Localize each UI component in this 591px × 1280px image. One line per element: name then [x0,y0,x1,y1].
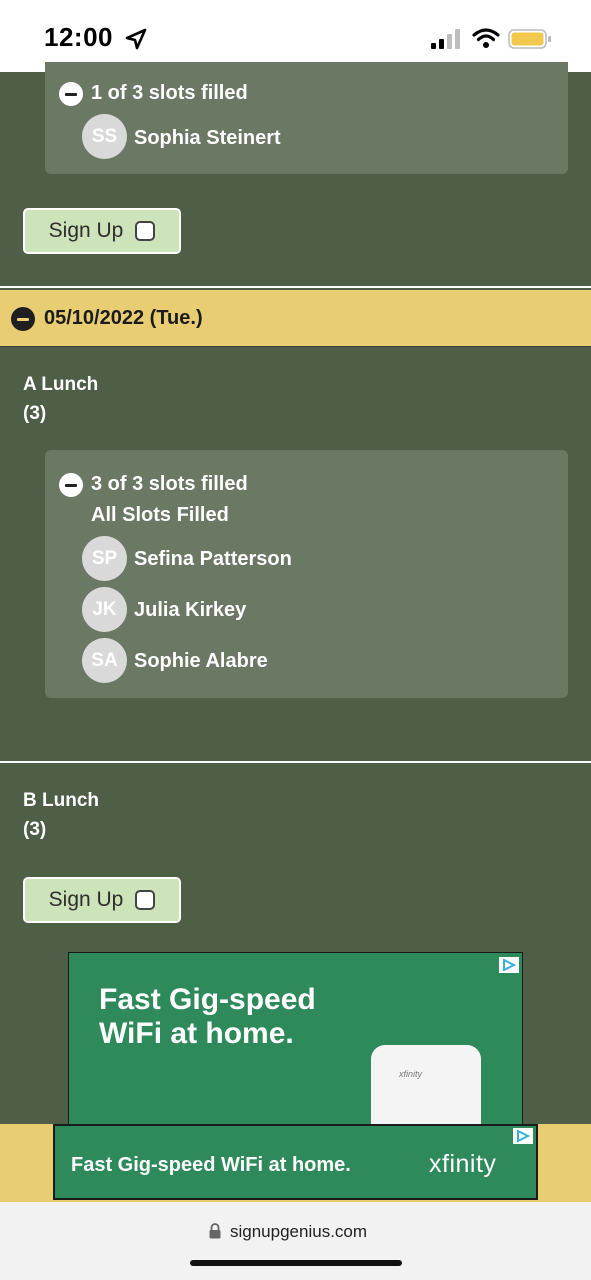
router-image [371,1045,481,1131]
slot-panel-first: 1 of 3 slots filled SS Sophia Steinert [45,62,568,174]
item-title: A Lunch [23,374,99,395]
participant-name: Sophie Alabre [134,650,268,672]
item-title: B Lunch [23,790,99,811]
sign-up-label: Sign Up [48,219,124,242]
ad-text: Fast Gig-speed WiFi at home. [71,1154,351,1176]
home-indicator[interactable] [190,1260,402,1266]
slot-summary: 3 of 3 slots filled [91,473,248,495]
avatar: SA [82,638,127,683]
avatar: SP [82,536,127,581]
participant-name: Julia Kirkey [134,599,247,621]
xfinity-logo: xfinity [429,1150,497,1178]
section-divider [0,286,591,288]
date-label: 05/10/2022 (Tue.) [44,307,203,329]
sign-up-checkbox[interactable] [135,890,156,910]
avatar: JK [82,587,127,632]
sign-up-button[interactable]: Sign Up [23,877,181,923]
participant-name: Sophia Steinert [134,127,281,149]
sign-up-button[interactable]: Sign Up [23,208,181,254]
slot-panel-a-lunch: 3 of 3 slots filled All Slots Filled SP … [45,450,568,698]
cellular-signal-icon [431,29,460,49]
slot-summary: 1 of 3 slots filled [91,82,248,104]
collapse-slot-icon[interactable] [59,473,83,497]
wifi-icon [472,28,500,48]
collapse-date-icon[interactable] [11,307,35,331]
url-text[interactable]: signupgenius.com [230,1222,367,1242]
collapse-slot-icon[interactable] [59,82,83,106]
sign-up-checkbox[interactable] [135,221,156,241]
slot-status: All Slots Filled [91,504,229,526]
ad-banner-sticky[interactable]: Fast Gig-speed WiFi at home. xfinity [53,1124,538,1200]
router-brand: xfinity [399,1069,423,1079]
lock-icon [209,1223,221,1239]
section-divider [0,761,591,763]
adchoices-icon[interactable] [499,957,519,973]
battery-icon [508,29,551,49]
ad-banner-large[interactable]: Fast Gig-speed WiFi at home. xfinity [68,952,523,1132]
ad-headline: Fast Gig-speed WiFi at home. [99,983,316,1050]
browser-url-bar[interactable]: signupgenius.com [0,1202,591,1280]
item-quantity: (3) [23,403,47,424]
sign-up-label: Sign Up [48,888,124,911]
avatar: SS [82,114,127,159]
participant-name: Sefina Patterson [134,548,292,570]
item-quantity: (3) [23,819,47,840]
location-arrow-icon [125,28,147,50]
status-time: 12:00 [44,22,113,52]
adchoices-icon[interactable] [513,1128,533,1144]
